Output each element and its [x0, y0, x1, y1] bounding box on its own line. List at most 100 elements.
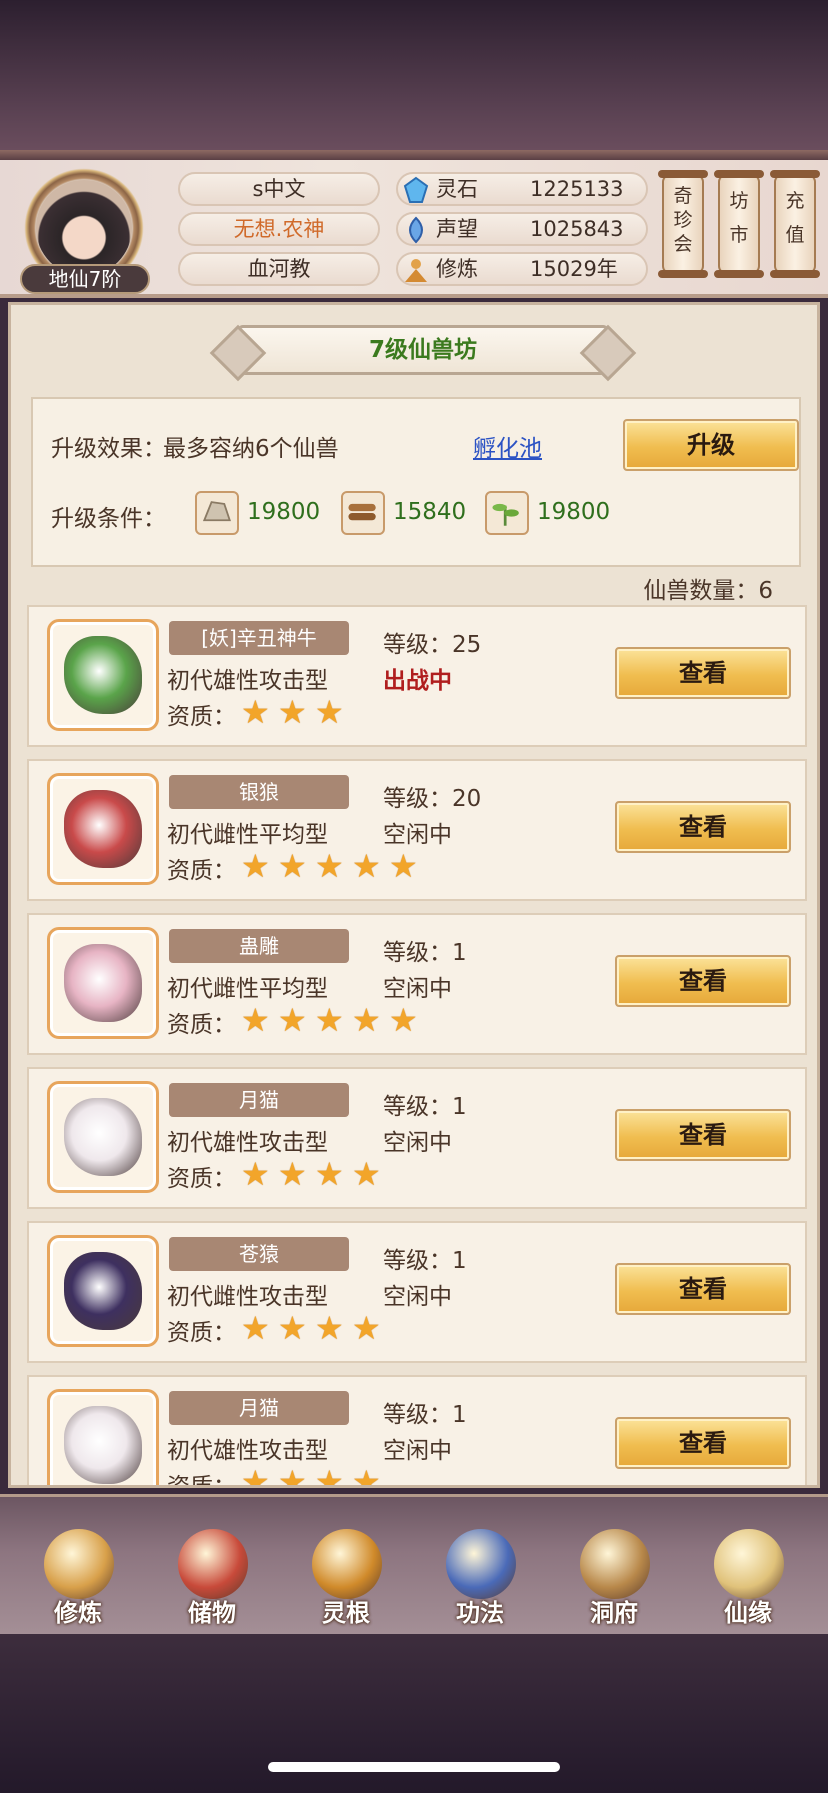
nav-item[interactable]: 灵根 [286, 1497, 406, 1637]
beast-portrait[interactable] [47, 619, 159, 731]
beast-workshop-panel: 7级仙兽坊 升级效果： 最多容纳6个仙兽 孵化池 升级 升级条件： 19800 … [8, 302, 820, 1488]
spirit-root-icon [312, 1529, 382, 1599]
beast-name: 月猫 [169, 1083, 349, 1117]
resource-reputation: 声望 1025843 [396, 212, 648, 246]
recharge-button[interactable]: 充 值 [770, 170, 820, 278]
effect-label: 升级效果： [51, 436, 166, 462]
hatch-pool-link[interactable]: 孵化池 [473, 429, 542, 463]
star-icon: ★ [315, 847, 344, 885]
star-icon: ★ [241, 847, 270, 885]
home-indicator[interactable] [268, 1762, 560, 1772]
nav-item[interactable]: 功法 [420, 1497, 540, 1637]
realm-badge: 地仙7阶 [20, 264, 150, 294]
quality-label: 资质： [167, 1166, 236, 1192]
star-icon: ★ [278, 1155, 307, 1193]
star-icon: ★ [315, 1463, 344, 1488]
material-value: 19800 [537, 499, 611, 525]
beast-name: 蛊雕 [169, 929, 349, 963]
view-button[interactable]: 查看 [615, 1417, 791, 1469]
beast-image [64, 1406, 142, 1484]
beast-name: 苍猿 [169, 1237, 349, 1271]
beast-level: 等级：1 [383, 1094, 467, 1120]
backdrop-trim [0, 150, 828, 160]
view-button[interactable]: 查看 [615, 801, 791, 853]
treasure-fair-button[interactable]: 奇 珍 会 [658, 170, 708, 278]
beast-type: 初代雌性平均型 [167, 822, 328, 848]
star-icon: ★ [389, 847, 418, 885]
quality-label: 资质： [167, 1474, 236, 1488]
player-name: 无想.农神 [178, 212, 380, 246]
material-value: 15840 [393, 499, 467, 525]
beast-image [64, 636, 142, 714]
upgrade-button[interactable]: 升级 [623, 419, 799, 471]
top-backdrop [0, 0, 828, 160]
nav-label: 功法 [456, 1599, 504, 1627]
view-button[interactable]: 查看 [615, 955, 791, 1007]
star-icon: ★ [352, 847, 381, 885]
star-icon: ★ [315, 1001, 344, 1039]
resource-spirit-stone: 灵石 1225133 [396, 172, 648, 206]
star-icon: ★ [352, 1155, 381, 1193]
beast-status: 出战中 [383, 668, 452, 694]
beast-name: [妖]辛丑神牛 [169, 621, 349, 655]
quality-stars: ★ ★ ★ ★ ★ [241, 1003, 426, 1037]
star-icon: ★ [241, 1001, 270, 1039]
beast-portrait[interactable] [47, 1235, 159, 1347]
market-button[interactable]: 坊 市 [714, 170, 764, 278]
beast-image [64, 1098, 142, 1176]
quality-stars: ★ ★ ★ ★ ★ [241, 849, 426, 883]
beast-name: 银狼 [169, 775, 349, 809]
resource-value: 1225133 [530, 177, 624, 201]
beast-image [64, 944, 142, 1022]
beast-image [64, 790, 142, 868]
star-icon: ★ [278, 847, 307, 885]
sect-label: 血河教 [178, 252, 380, 286]
spirit-stone-icon [403, 176, 429, 203]
star-icon: ★ [278, 1309, 307, 1347]
beast-level: 等级：1 [383, 1402, 467, 1428]
nav-item[interactable]: 修炼 [18, 1497, 138, 1637]
star-icon: ★ [278, 1463, 307, 1488]
star-icon: ★ [315, 1155, 344, 1193]
beast-level: 等级：25 [383, 632, 482, 658]
star-icon: ★ [352, 1463, 381, 1488]
beast-type: 初代雌性平均型 [167, 976, 328, 1002]
beast-type: 初代雄性攻击型 [167, 1438, 328, 1464]
beast-image [64, 1252, 142, 1330]
material-value: 19800 [247, 499, 321, 525]
bottom-navigation: 修炼 储物 灵根 功法 洞府 仙缘 [0, 1494, 828, 1634]
quality-stars: ★ ★ ★ ★ [241, 1157, 389, 1191]
nav-label: 仙缘 [724, 1599, 772, 1627]
beast-type: 初代雄性攻击型 [167, 1130, 328, 1156]
star-icon: ★ [352, 1309, 381, 1347]
storage-bag-icon [178, 1529, 248, 1599]
beast-portrait[interactable] [47, 927, 159, 1039]
nav-item[interactable]: 仙缘 [688, 1497, 808, 1637]
quality-stars: ★ ★ ★ [241, 695, 352, 729]
beast-count: 仙兽数量：6 [643, 578, 773, 604]
nav-item[interactable]: 洞府 [554, 1497, 674, 1637]
upgrade-box: 升级效果： 最多容纳6个仙兽 孵化池 升级 升级条件： 19800 15840 … [31, 397, 801, 567]
beast-status: 空闲中 [383, 1284, 452, 1310]
view-button[interactable]: 查看 [615, 1263, 791, 1315]
resource-cultivation: 修炼 15029年 [396, 252, 648, 286]
beast-portrait[interactable] [47, 773, 159, 885]
nav-label: 洞府 [590, 1599, 638, 1627]
beast-card: 苍猿 初代雌性攻击型 资质： ★ ★ ★ ★ 等级：1 空闲中 查看 [27, 1221, 807, 1363]
view-button[interactable]: 查看 [615, 647, 791, 699]
cultivation-icon [405, 259, 427, 282]
beast-card: 月猫 初代雄性攻击型 资质： ★ ★ ★ ★ 等级：1 空闲中 查看 [27, 1067, 807, 1209]
beast-portrait[interactable] [47, 1389, 159, 1485]
star-icon: ★ [241, 693, 270, 731]
view-button[interactable]: 查看 [615, 1109, 791, 1161]
beast-name: 月猫 [169, 1391, 349, 1425]
avatar[interactable] [36, 180, 132, 276]
nav-item[interactable]: 储物 [152, 1497, 272, 1637]
beast-status: 空闲中 [383, 1438, 452, 1464]
immortal-fate-icon [714, 1529, 784, 1599]
cultivate-icon [44, 1529, 114, 1599]
beast-portrait[interactable] [47, 1081, 159, 1193]
nav-label: 灵根 [322, 1599, 370, 1627]
star-icon: ★ [278, 693, 307, 731]
beast-card: 银狼 初代雌性平均型 资质： ★ ★ ★ ★ ★ 等级：20 空闲中 查看 [27, 759, 807, 901]
